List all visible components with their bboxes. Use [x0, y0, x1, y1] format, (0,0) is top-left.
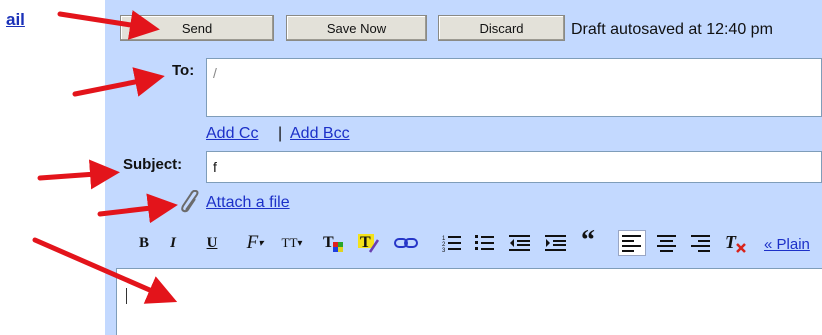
arrow-to-send: [57, 10, 160, 40]
arrow-to-subject: [37, 159, 120, 190]
arrow-to-body: [32, 237, 178, 304]
arrow-to-attach: [97, 193, 178, 224]
annotation-arrows: [32, 10, 178, 304]
arrow-to-to-field: [72, 67, 165, 97]
